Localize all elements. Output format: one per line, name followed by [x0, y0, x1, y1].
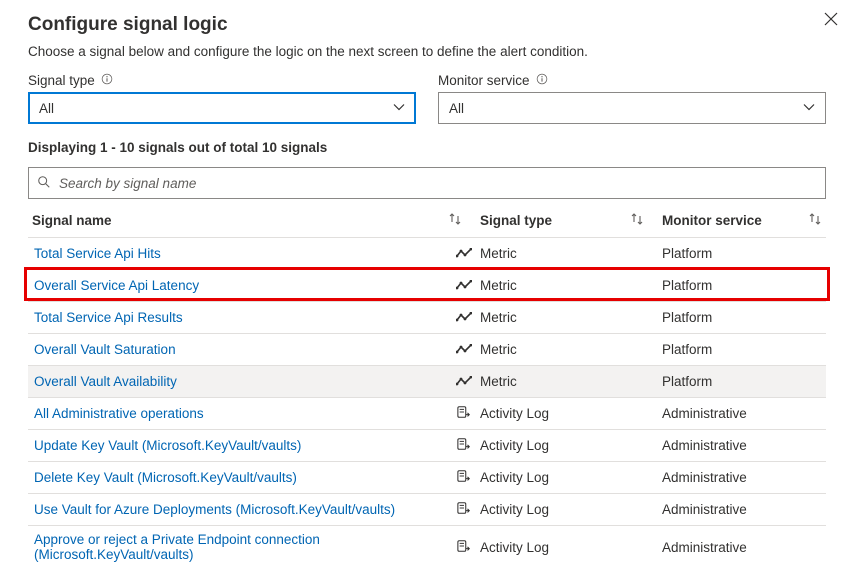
search-icon — [37, 175, 51, 192]
metric-icon — [456, 374, 472, 389]
signal-type-value: All — [39, 101, 54, 116]
signal-type-value: Activity Log — [480, 502, 630, 517]
signal-list: Total Service Api HitsMetricPlatformOver… — [28, 237, 826, 568]
activity-log-icon — [457, 501, 471, 518]
table-row[interactable]: Total Service Api Results Metric Platform — [28, 301, 826, 333]
signal-type-value: Metric — [480, 374, 630, 389]
table-row[interactable]: All Administrative operations Activity Lo… — [28, 397, 826, 429]
metric-icon — [456, 246, 472, 261]
signal-name-link[interactable]: Total Service Api Hits — [32, 240, 448, 267]
info-icon — [101, 73, 113, 88]
sort-icon[interactable] — [808, 212, 822, 229]
column-signal-type[interactable]: Signal type — [480, 213, 630, 228]
signal-name-link[interactable]: All Administrative operations — [32, 400, 448, 427]
sort-icon[interactable] — [630, 212, 662, 229]
result-count: Displaying 1 - 10 signals out of total 1… — [28, 140, 826, 155]
activity-log-icon — [457, 405, 471, 422]
monitor-service-value: Platform — [662, 374, 822, 389]
signal-name-link[interactable]: Total Service Api Results — [32, 304, 448, 331]
monitor-service-select[interactable]: All — [438, 92, 826, 124]
signal-type-select[interactable]: All — [28, 92, 416, 124]
table-row[interactable]: Use Vault for Azure Deployments (Microso… — [28, 493, 826, 525]
page-description: Choose a signal below and configure the … — [28, 44, 826, 59]
close-button[interactable] — [820, 8, 842, 33]
table-row[interactable]: Overall Vault Saturation Metric Platform — [28, 333, 826, 365]
info-icon — [536, 73, 548, 88]
monitor-service-label: Monitor service — [438, 73, 530, 88]
table-row[interactable]: Update Key Vault (Microsoft.KeyVault/vau… — [28, 429, 826, 461]
activity-log-icon — [457, 437, 471, 454]
column-signal-name[interactable]: Signal name — [32, 213, 448, 228]
signal-type-value: Metric — [480, 246, 630, 261]
signal-type-value: Metric — [480, 342, 630, 357]
signal-type-value: Activity Log — [480, 470, 630, 485]
signal-type-value: Activity Log — [480, 540, 630, 555]
table-header: Signal name Signal type Monitor service — [28, 205, 826, 237]
metric-icon — [456, 310, 472, 325]
monitor-service-value: Administrative — [662, 470, 822, 485]
monitor-service-value: Platform — [662, 246, 822, 261]
monitor-service-value: All — [449, 101, 464, 116]
chevron-down-icon — [803, 101, 815, 116]
signal-type-value: Activity Log — [480, 438, 630, 453]
table-row[interactable]: Overall Service Api Latency Metric Platfor… — [28, 269, 826, 301]
metric-icon — [456, 278, 472, 293]
table-row[interactable]: Total Service Api Hits Metric Platform — [28, 237, 826, 269]
page-title: Configure signal logic — [28, 14, 826, 36]
chevron-down-icon — [393, 101, 405, 116]
activity-log-icon — [457, 539, 471, 556]
metric-icon — [456, 342, 472, 357]
table-row[interactable]: Delete Key Vault (Microsoft.KeyVault/vau… — [28, 461, 826, 493]
table-row[interactable]: Approve or reject a Private Endpoint con… — [28, 525, 826, 568]
column-monitor-service[interactable]: Monitor service — [662, 212, 822, 229]
signal-name-link[interactable]: Delete Key Vault (Microsoft.KeyVault/vau… — [32, 464, 448, 491]
search-box[interactable] — [28, 167, 826, 199]
signal-name-link[interactable]: Use Vault for Azure Deployments (Microso… — [32, 496, 448, 523]
signal-type-value: Metric — [480, 278, 630, 293]
signal-type-label: Signal type — [28, 73, 95, 88]
signal-name-link[interactable]: Overall Vault Availability — [32, 368, 448, 395]
signal-name-link[interactable]: Overall Vault Saturation — [32, 336, 448, 363]
monitor-service-value: Administrative — [662, 406, 822, 421]
search-input[interactable] — [57, 175, 817, 192]
signal-name-link[interactable]: Overall Service Api Latency — [32, 272, 448, 299]
activity-log-icon — [457, 469, 471, 486]
monitor-service-value: Platform — [662, 278, 822, 293]
monitor-service-value: Platform — [662, 342, 822, 357]
monitor-service-value: Administrative — [662, 502, 822, 517]
table-row[interactable]: Overall Vault Availability Metric Platform — [28, 365, 826, 397]
close-icon — [824, 14, 838, 29]
signal-type-value: Metric — [480, 310, 630, 325]
monitor-service-value: Platform — [662, 310, 822, 325]
signal-name-link[interactable]: Approve or reject a Private Endpoint con… — [32, 526, 448, 568]
signal-name-link[interactable]: Update Key Vault (Microsoft.KeyVault/vau… — [32, 432, 448, 459]
monitor-service-value: Administrative — [662, 438, 822, 453]
sort-icon[interactable] — [448, 212, 480, 229]
signal-type-value: Activity Log — [480, 406, 630, 421]
monitor-service-value: Administrative — [662, 540, 822, 555]
